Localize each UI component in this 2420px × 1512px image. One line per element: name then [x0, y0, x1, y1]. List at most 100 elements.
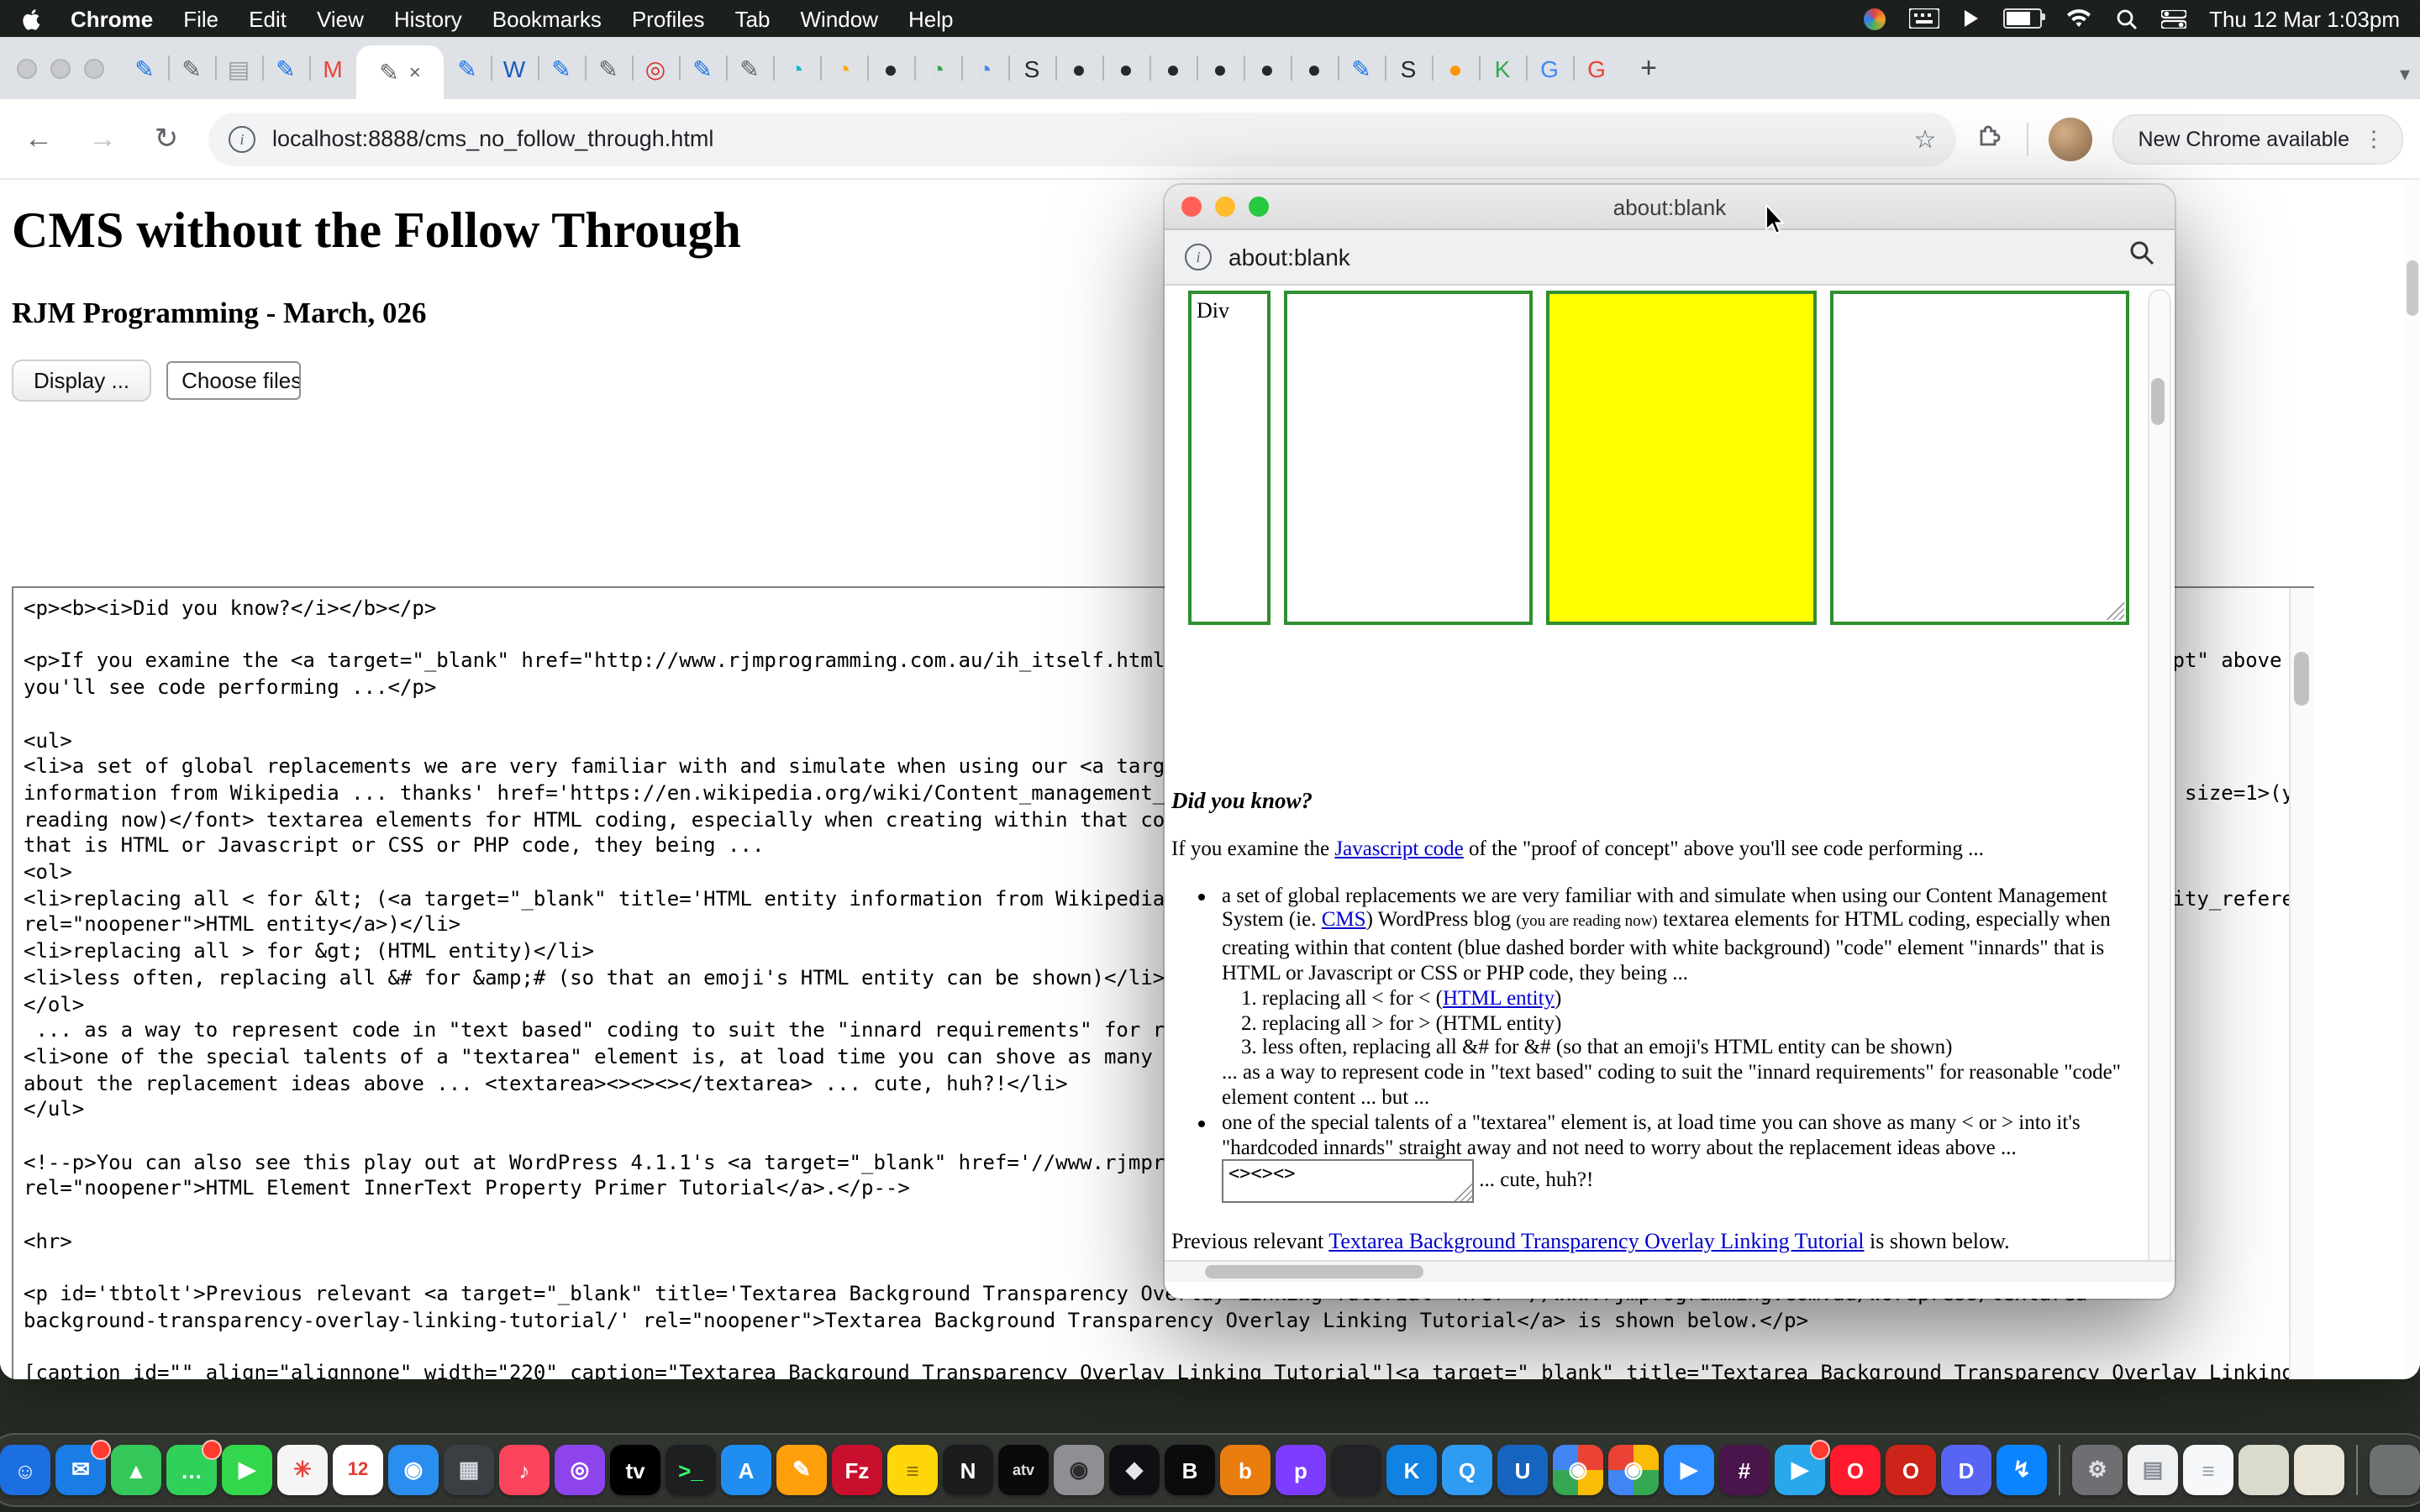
tab-28[interactable]: ● — [1432, 37, 1479, 99]
dock-shield[interactable]: ◆ — [1109, 1445, 1160, 1495]
dock-messages[interactable]: … — [166, 1445, 217, 1495]
chrome-update-button[interactable]: New Chrome available ⋮ — [2112, 113, 2403, 164]
mini-resize-grip-icon[interactable] — [1452, 1182, 1472, 1202]
popup-vertical-scrollbar-thumb[interactable] — [2151, 378, 2165, 425]
tab-21[interactable]: ● — [1102, 37, 1150, 99]
spotlight-search-icon[interactable] — [2115, 5, 2137, 32]
javascript-code-link[interactable]: Javascript code — [1334, 837, 1463, 860]
dock-discord[interactable]: D — [1941, 1445, 1991, 1495]
dock-dark-app[interactable] — [1331, 1445, 1381, 1495]
site-info-icon[interactable]: i — [229, 125, 255, 152]
dock-quicktime[interactable]: Q — [1442, 1445, 1492, 1495]
dock-notes[interactable]: ≡ — [887, 1445, 938, 1495]
reload-button[interactable]: ↻ — [145, 122, 188, 155]
tab-11[interactable]: ◎ — [632, 37, 679, 99]
tab-5[interactable]: M — [309, 37, 356, 99]
maximize-window-button[interactable] — [84, 58, 104, 78]
dock-documents-folder[interactable]: ≡ — [2183, 1445, 2233, 1495]
battery-status-icon[interactable] — [2002, 5, 2041, 32]
dock-calendar[interactable]: 12 — [333, 1445, 383, 1495]
dock-chrome-beta[interactable]: ◉ — [1608, 1445, 1659, 1495]
html-entity-link[interactable]: HTML entity — [1443, 986, 1555, 1010]
tab-19[interactable]: S — [1008, 37, 1055, 99]
menu-tab[interactable]: Tab — [735, 6, 771, 31]
dock-news[interactable]: N — [943, 1445, 993, 1495]
dock-blender[interactable]: b — [1220, 1445, 1270, 1495]
popup-titlebar[interactable]: about:blank — [1165, 185, 2175, 230]
dock-safari[interactable]: ◉ — [388, 1445, 439, 1495]
forward-button[interactable]: → — [81, 122, 124, 155]
keyboard-status-icon[interactable] — [1908, 5, 1939, 32]
display-button[interactable]: Display ... — [12, 360, 151, 402]
dock-finder[interactable]: ☺ — [0, 1445, 50, 1495]
dock-files-folder[interactable]: ▤ — [2128, 1445, 2178, 1495]
dock-chrome[interactable]: ◉ — [1553, 1445, 1603, 1495]
dock-zoom[interactable]: ▶ — [1664, 1445, 1714, 1495]
tab-25[interactable]: ● — [1291, 37, 1338, 99]
wifi-status-icon[interactable] — [2065, 5, 2091, 32]
tab-4[interactable]: ✎ — [262, 37, 309, 99]
control-center-icon[interactable] — [2160, 5, 2186, 32]
tab-10[interactable]: ✎ — [585, 37, 632, 99]
menu-view[interactable]: View — [317, 6, 364, 31]
dock-u-app[interactable]: U — [1497, 1445, 1548, 1495]
overlay-textarea-box[interactable] — [1830, 291, 2129, 625]
tab-17[interactable]: ◔ — [914, 37, 961, 99]
tab-close-icon[interactable]: × — [409, 60, 421, 84]
dock-flash-app[interactable]: ↯ — [1996, 1445, 2047, 1495]
resize-grip-icon[interactable] — [2104, 600, 2124, 620]
choose-files-button[interactable]: Choose files — [166, 361, 301, 400]
dock-fz-app[interactable]: Fz — [832, 1445, 882, 1495]
dock-telegram[interactable]: ▶ — [1775, 1445, 1825, 1495]
menu-profiles[interactable]: Profiles — [632, 6, 705, 31]
dock-maps[interactable]: ▲ — [111, 1445, 161, 1495]
tab-7[interactable]: ✎ — [444, 37, 491, 99]
profile-avatar[interactable] — [2049, 117, 2092, 160]
demo-mini-textarea[interactable]: <><><> — [1222, 1160, 1474, 1204]
page-scrollbar-thumb[interactable] — [2407, 260, 2418, 316]
tab-24[interactable]: ● — [1244, 37, 1291, 99]
dock-pocket[interactable]: p — [1276, 1445, 1326, 1495]
tab-29[interactable]: K — [1479, 37, 1526, 99]
dock-screenshot-preview-2[interactable] — [2294, 1445, 2344, 1495]
zoom-icon[interactable] — [2129, 240, 2154, 274]
dock-photos[interactable]: ✳ — [277, 1445, 328, 1495]
logitech-status-icon[interactable] — [1863, 5, 1885, 32]
tab-8[interactable]: W — [491, 37, 538, 99]
cms-link[interactable]: CMS — [1322, 908, 1366, 932]
bookmark-star-icon[interactable]: ☆ — [1914, 123, 1937, 154]
tab-23[interactable]: ● — [1197, 37, 1244, 99]
dock-podcasts[interactable]: ◎ — [555, 1445, 605, 1495]
menu-edit[interactable]: Edit — [249, 6, 287, 31]
tab-search-chevron-icon[interactable]: ▾ — [2400, 62, 2410, 86]
apple-menu-icon[interactable] — [20, 6, 44, 31]
tab-22[interactable]: ● — [1150, 37, 1197, 99]
dock-music[interactable]: ♪ — [499, 1445, 550, 1495]
menubar-clock[interactable]: Thu 12 Mar 1:03pm — [2209, 6, 2400, 31]
dock-keynote[interactable]: K — [1386, 1445, 1437, 1495]
tab-30[interactable]: G — [1526, 37, 1573, 99]
extensions-puzzle-icon[interactable] — [1976, 119, 2007, 158]
tab-13[interactable]: ✎ — [726, 37, 773, 99]
kebab-menu-icon[interactable]: ⋮ — [2363, 125, 2385, 152]
play-status-icon[interactable] — [1962, 5, 1979, 32]
menu-history[interactable]: History — [394, 6, 462, 31]
tab-15[interactable]: ◔ — [820, 37, 867, 99]
tab-20[interactable]: ● — [1055, 37, 1102, 99]
dock-trash[interactable] — [2370, 1445, 2420, 1495]
dock-pages[interactable]: ✎ — [776, 1445, 827, 1495]
new-tab-button[interactable]: + — [1627, 47, 1670, 91]
tab-1[interactable]: ✎ — [121, 37, 168, 99]
dock-mail[interactable]: ✉ — [55, 1445, 106, 1495]
tab-27[interactable]: S — [1385, 37, 1432, 99]
tab-18[interactable]: ◔ — [961, 37, 1008, 99]
url-text[interactable]: localhost:8888/cms_no_follow_through.htm… — [272, 126, 1897, 151]
tab-14[interactable]: ◔ — [773, 37, 820, 99]
tab-9[interactable]: ✎ — [538, 37, 585, 99]
tab-16[interactable]: ● — [867, 37, 914, 99]
tab-active[interactable]: ✎× — [356, 45, 444, 99]
menu-window[interactable]: Window — [801, 6, 879, 31]
popup-url-text[interactable]: about:blank — [1228, 244, 2112, 270]
minimize-window-button[interactable] — [50, 58, 71, 78]
tab-12[interactable]: ✎ — [679, 37, 726, 99]
